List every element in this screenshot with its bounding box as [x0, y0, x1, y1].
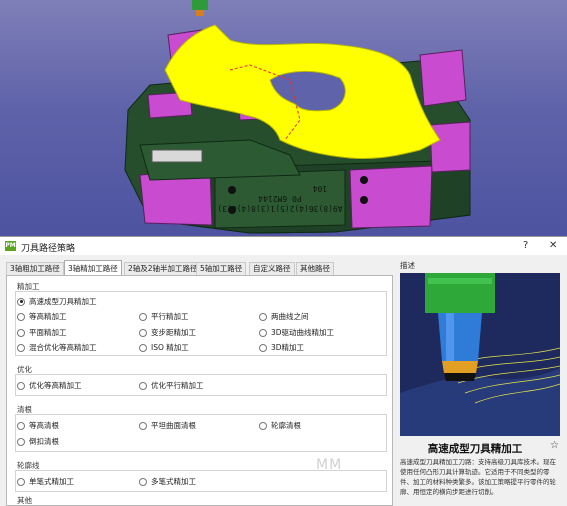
option-hybrid-optimized[interactable]: 混合优化等高精加工: [17, 342, 97, 353]
light-insert: [151, 149, 203, 163]
tab-3axis-roughing[interactable]: 3轴粗加工路径: [6, 262, 64, 275]
toolpath-strategy-dialog: PM 刀具路径策略 ? ✕ 3轴粗加工路径 3轴精加工路径 2轴及2轴半加工路径…: [0, 236, 567, 506]
radio-icon: [17, 328, 25, 337]
radio-icon: [17, 477, 25, 486]
radio-icon: [17, 437, 25, 446]
option-constant-z[interactable]: 等高精加工: [17, 311, 67, 322]
magenta-block-top-right: [419, 49, 467, 107]
magenta-block-right: [429, 121, 471, 173]
option-optimized-constant-z[interactable]: 优化等高精加工: [17, 380, 82, 391]
radio-icon: [139, 328, 147, 337]
description-label: 描述: [400, 261, 415, 270]
radio-icon: [139, 343, 147, 352]
tool-preview-illustration: [400, 273, 560, 436]
option-iso[interactable]: ISO 精加工: [139, 342, 189, 353]
description-panel: 描述 高速成型刀具精加工 ☆ 高速成型刀具精加工刀路：支持高级刀具库技术。现在使…: [398, 257, 563, 504]
tool-holder: [192, 0, 208, 10]
radio-icon: [139, 477, 147, 486]
favorite-star-icon[interactable]: ☆: [550, 440, 559, 451]
hole-4: [360, 196, 368, 204]
radio-icon: [259, 312, 267, 321]
watermark: MM: [316, 457, 343, 473]
option-highspeed-forming[interactable]: 高速成型刀具精加工: [17, 296, 97, 307]
option-undercut-cleanup[interactable]: 倒扣清根: [17, 436, 59, 447]
app-logo-icon: PM: [5, 241, 16, 251]
option-between-curves[interactable]: 两曲线之间: [259, 311, 309, 322]
radio-icon: [17, 381, 25, 390]
strategy-preview-image: [400, 273, 560, 436]
tab-custom[interactable]: 自定义路径: [249, 262, 295, 275]
dialog-titlebar[interactable]: PM 刀具路径策略 ? ✕: [0, 237, 567, 255]
radio-icon: [17, 421, 25, 430]
description-text: 高速成型刀具精加工刀路：支持高级刀具库技术。现在使用任何凸形刀具计算轨迹。它适用…: [400, 458, 556, 496]
radio-icon: [139, 312, 147, 321]
option-optimized-parallel[interactable]: 优化平行精加工: [139, 380, 204, 391]
cad-viewport[interactable]: A9(8)36(4)2(5)1(3)8(4)6(3) P0 6M2144 104: [0, 0, 567, 236]
description-title: 高速成型刀具精加工: [427, 443, 523, 455]
engraving-line-1: A9(8)36(4)2(5)1(3)8(4)6(3): [217, 204, 342, 213]
radio-icon: [139, 381, 147, 390]
option-3d-drive-curve[interactable]: 3D驱动曲线精加工: [259, 327, 334, 338]
radio-icon: [17, 297, 25, 306]
close-button[interactable]: ✕: [549, 240, 557, 251]
radio-icon: [139, 421, 147, 430]
hole-3: [360, 176, 368, 184]
option-flat-surface-cleanup[interactable]: 平坦曲面清根: [139, 420, 196, 431]
radio-icon: [259, 343, 267, 352]
option-parallel[interactable]: 平行精加工: [139, 311, 189, 322]
option-3d-finishing[interactable]: 3D精加工: [259, 342, 304, 353]
option-single-pencil[interactable]: 单笔式精加工: [17, 476, 74, 487]
option-contour-cleanup[interactable]: 轮廓清根: [259, 420, 301, 431]
option-constant-z-cleanup[interactable]: 等高清根: [17, 420, 59, 431]
tab-3axis-finishing[interactable]: 3轴精加工路径: [64, 260, 122, 276]
tab-other[interactable]: 其他路径: [296, 262, 334, 275]
tool-collar: [196, 10, 204, 16]
option-variable-stepover[interactable]: 变步距精加工: [139, 327, 196, 338]
help-button[interactable]: ?: [523, 240, 528, 251]
section-cleanup: [15, 414, 387, 452]
radio-icon: [17, 343, 25, 352]
hole-1: [228, 186, 236, 194]
radio-icon: [17, 312, 25, 321]
strategy-tabs: 3轴粗加工路径 3轴精加工路径 2轴及2轴半加工路径 5轴加工路径 自定义路径 …: [6, 260, 394, 276]
engraving-line-2: P0 6M2144: [258, 194, 302, 203]
option-flat[interactable]: 平面精加工: [17, 327, 67, 338]
tab-5axis[interactable]: 5轴加工路径: [196, 262, 247, 275]
cad-model: A9(8)36(4)2(5)1(3)8(4)6(3) P0 6M2144 104: [124, 0, 471, 234]
section-title-other: 其他: [17, 496, 32, 505]
option-multi-pencil[interactable]: 多笔式精加工: [139, 476, 196, 487]
radio-icon: [259, 328, 267, 337]
tab-2-2.5axis[interactable]: 2轴及2轴半加工路径: [124, 262, 202, 275]
radio-icon: [259, 421, 267, 430]
dialog-title: 刀具路径策略: [21, 244, 76, 254]
engraving-line-3: 104: [313, 184, 328, 193]
